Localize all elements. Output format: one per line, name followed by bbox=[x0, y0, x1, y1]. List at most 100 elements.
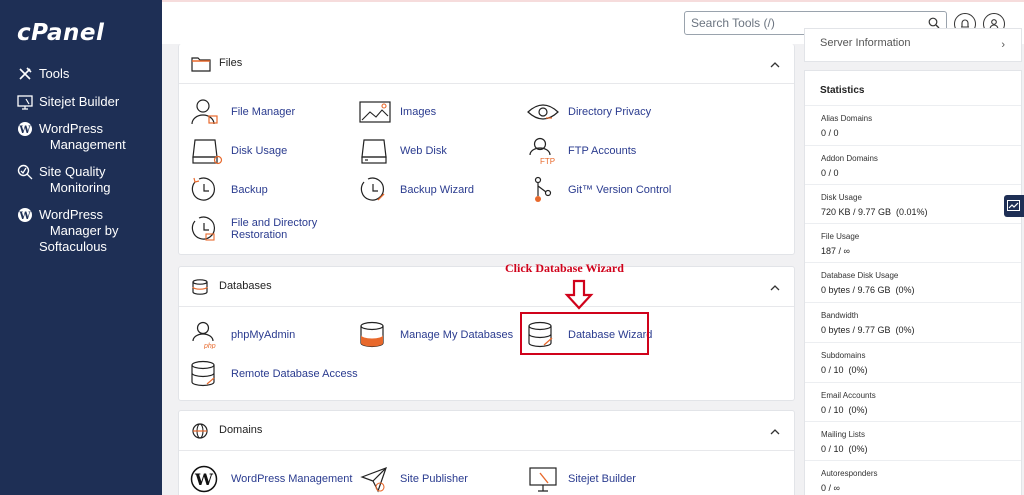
images-icon bbox=[359, 101, 391, 123]
tool-label: Disk Usage bbox=[231, 145, 288, 157]
stat-label: Bandwidth bbox=[821, 311, 859, 320]
tool-wordpress-management[interactable]: W WordPress Management bbox=[189, 465, 352, 493]
tool-label: Site Publisher bbox=[400, 473, 468, 485]
statistics-title: Statistics bbox=[820, 85, 865, 96]
tool-git-version-control[interactable]: Git™ Version Control bbox=[526, 176, 671, 204]
files-panel-header[interactable]: Files bbox=[179, 44, 794, 84]
file-manager-icon bbox=[191, 99, 218, 125]
tool-directory-privacy[interactable]: Directory Privacy bbox=[526, 98, 651, 126]
tool-site-publisher[interactable]: Site Publisher bbox=[358, 465, 468, 493]
chevron-right-icon: › bbox=[1001, 39, 1005, 51]
tool-sitejet-builder[interactable]: Sitejet Builder bbox=[526, 465, 636, 493]
git-icon bbox=[534, 176, 552, 202]
phpmyadmin-icon: php bbox=[192, 321, 216, 349]
stat-label: Disk Usage bbox=[821, 193, 862, 202]
backup-icon bbox=[191, 177, 216, 201]
chevron-up-icon[interactable] bbox=[770, 284, 780, 291]
stat-value: 0 / 10 (0%) bbox=[821, 444, 868, 454]
sidebar-item-site-quality[interactable]: Site Quality Monitoring bbox=[17, 164, 111, 196]
tool-phpmyadmin[interactable]: php phpMyAdmin bbox=[189, 321, 295, 349]
tool-label: WordPress Management bbox=[231, 473, 353, 485]
sidebar-item-label: Tools bbox=[39, 66, 70, 81]
annotation-arrow-icon bbox=[564, 279, 594, 310]
chevron-up-icon[interactable] bbox=[770, 61, 780, 68]
stat-value: 0 bytes / 9.77 GB (0%) bbox=[821, 325, 915, 335]
annotation-highlight-box bbox=[520, 312, 649, 355]
cpanel-logo[interactable]: cPanel bbox=[17, 20, 104, 46]
stat-label: Alias Domains bbox=[821, 114, 873, 123]
stat-row: File Usage 187 / ∞ bbox=[805, 223, 1021, 263]
tool-label: phpMyAdmin bbox=[231, 329, 296, 341]
sidebar-item-label: Site Quality Monitoring bbox=[39, 164, 111, 195]
restoration-icon bbox=[191, 216, 216, 241]
sitejet-icon bbox=[17, 94, 35, 110]
tool-label: Directory Privacy bbox=[568, 106, 652, 118]
svg-text:W: W bbox=[18, 125, 31, 136]
tool-file-manager[interactable]: File Manager bbox=[189, 98, 295, 126]
svg-text:php: php bbox=[203, 343, 216, 349]
tool-images[interactable]: Images bbox=[358, 98, 436, 126]
stat-row: Disk Usage 720 KB / 9.77 GB (0.01%) bbox=[805, 184, 1021, 224]
database-icon bbox=[192, 279, 208, 295]
tool-label: FTP Accounts bbox=[568, 145, 637, 157]
stat-label: Autoresponders bbox=[821, 469, 878, 478]
eye-icon bbox=[527, 104, 559, 120]
tool-ftp-accounts[interactable]: FTP FTP Accounts bbox=[526, 137, 636, 165]
folder-icon bbox=[191, 57, 211, 72]
domains-panel-header[interactable]: Domains bbox=[179, 411, 794, 451]
databases-panel-title: Databases bbox=[219, 280, 272, 292]
stat-row: Database Disk Usage 0 bytes / 9.76 GB (0%… bbox=[805, 262, 1021, 302]
backup-wizard-icon bbox=[360, 177, 385, 201]
tool-backup-wizard[interactable]: Backup Wizard bbox=[358, 176, 474, 204]
trend-chart-icon bbox=[1007, 200, 1020, 211]
stat-row: Autoresponders 0 / ∞ bbox=[805, 460, 1021, 495]
sidebar-item-wordpress-management[interactable]: W WordPress Management bbox=[17, 121, 126, 153]
sidebar-item-tools[interactable]: Tools bbox=[17, 66, 69, 82]
site-publisher-icon bbox=[360, 466, 387, 493]
wordpress-icon: W bbox=[17, 121, 35, 137]
ftp-accounts-icon: FTP bbox=[529, 137, 555, 165]
domains-panel-title: Domains bbox=[219, 424, 263, 436]
server-information-card[interactable]: Server Information › bbox=[804, 28, 1022, 62]
manage-databases-icon bbox=[360, 321, 384, 348]
tool-label: Remote Database Access bbox=[231, 368, 358, 380]
tool-backup[interactable]: Backup bbox=[189, 176, 268, 204]
stat-row: Subdomains 0 / 10 (0%) bbox=[805, 342, 1021, 382]
chevron-up-icon[interactable] bbox=[770, 428, 780, 435]
tool-label: Sitejet Builder bbox=[568, 473, 636, 485]
server-information-label: Server Information bbox=[820, 37, 911, 49]
remote-database-icon bbox=[191, 360, 215, 387]
files-panel-title: Files bbox=[219, 57, 243, 69]
tool-label: Images bbox=[400, 106, 437, 118]
sidebar-item-wordpress-softaculous[interactable]: W WordPress Manager by Softaculous bbox=[17, 207, 119, 255]
analytics-tab[interactable] bbox=[1004, 195, 1024, 217]
tool-manage-my-databases[interactable]: Manage My Databases bbox=[358, 321, 513, 349]
stat-label: File Usage bbox=[821, 232, 860, 241]
files-panel: Files File Manager Images Directory Priv… bbox=[178, 44, 795, 255]
databases-panel-header[interactable]: Databases bbox=[179, 267, 794, 307]
stat-row: Bandwidth 0 bytes / 9.77 GB (0%) bbox=[805, 302, 1021, 342]
tool-remote-database-access[interactable]: Remote Database Access bbox=[189, 360, 358, 388]
stat-label: Addon Domains bbox=[821, 154, 878, 163]
disk-usage-icon bbox=[192, 139, 223, 165]
domains-panel: Domains W WordPress Management Site Publ… bbox=[178, 410, 795, 495]
stat-label: Subdomains bbox=[821, 351, 866, 360]
databases-panel: Databases php phpMyAdmin Manage My Datab… bbox=[178, 266, 795, 401]
stat-value: 187 / ∞ bbox=[821, 246, 850, 256]
stat-value: 0 / ∞ bbox=[821, 483, 840, 493]
sidebar-item-sitejet[interactable]: Sitejet Builder bbox=[17, 94, 119, 110]
tool-label: Backup bbox=[231, 184, 268, 196]
stat-label: Email Accounts bbox=[821, 391, 876, 400]
stat-row: Alias Domains 0 / 0 bbox=[805, 105, 1021, 145]
tool-file-directory-restoration[interactable]: File and Directory Restoration bbox=[189, 215, 317, 243]
sidebar-item-label: Sitejet Builder bbox=[39, 94, 120, 109]
tool-web-disk[interactable]: Web Disk bbox=[358, 137, 447, 165]
stat-label: Mailing Lists bbox=[821, 430, 866, 439]
stat-value: 720 KB / 9.77 GB (0.01%) bbox=[821, 207, 928, 217]
tool-disk-usage[interactable]: Disk Usage bbox=[189, 137, 287, 165]
svg-text:FTP: FTP bbox=[540, 157, 555, 165]
statistics-panel: Statistics Alias Domains 0 / 0 Addon Doma… bbox=[804, 70, 1022, 495]
stat-value: 0 / 0 bbox=[821, 168, 839, 178]
stat-value: 0 bytes / 9.76 GB (0%) bbox=[821, 285, 915, 295]
tool-label: Git™ Version Control bbox=[568, 184, 672, 196]
